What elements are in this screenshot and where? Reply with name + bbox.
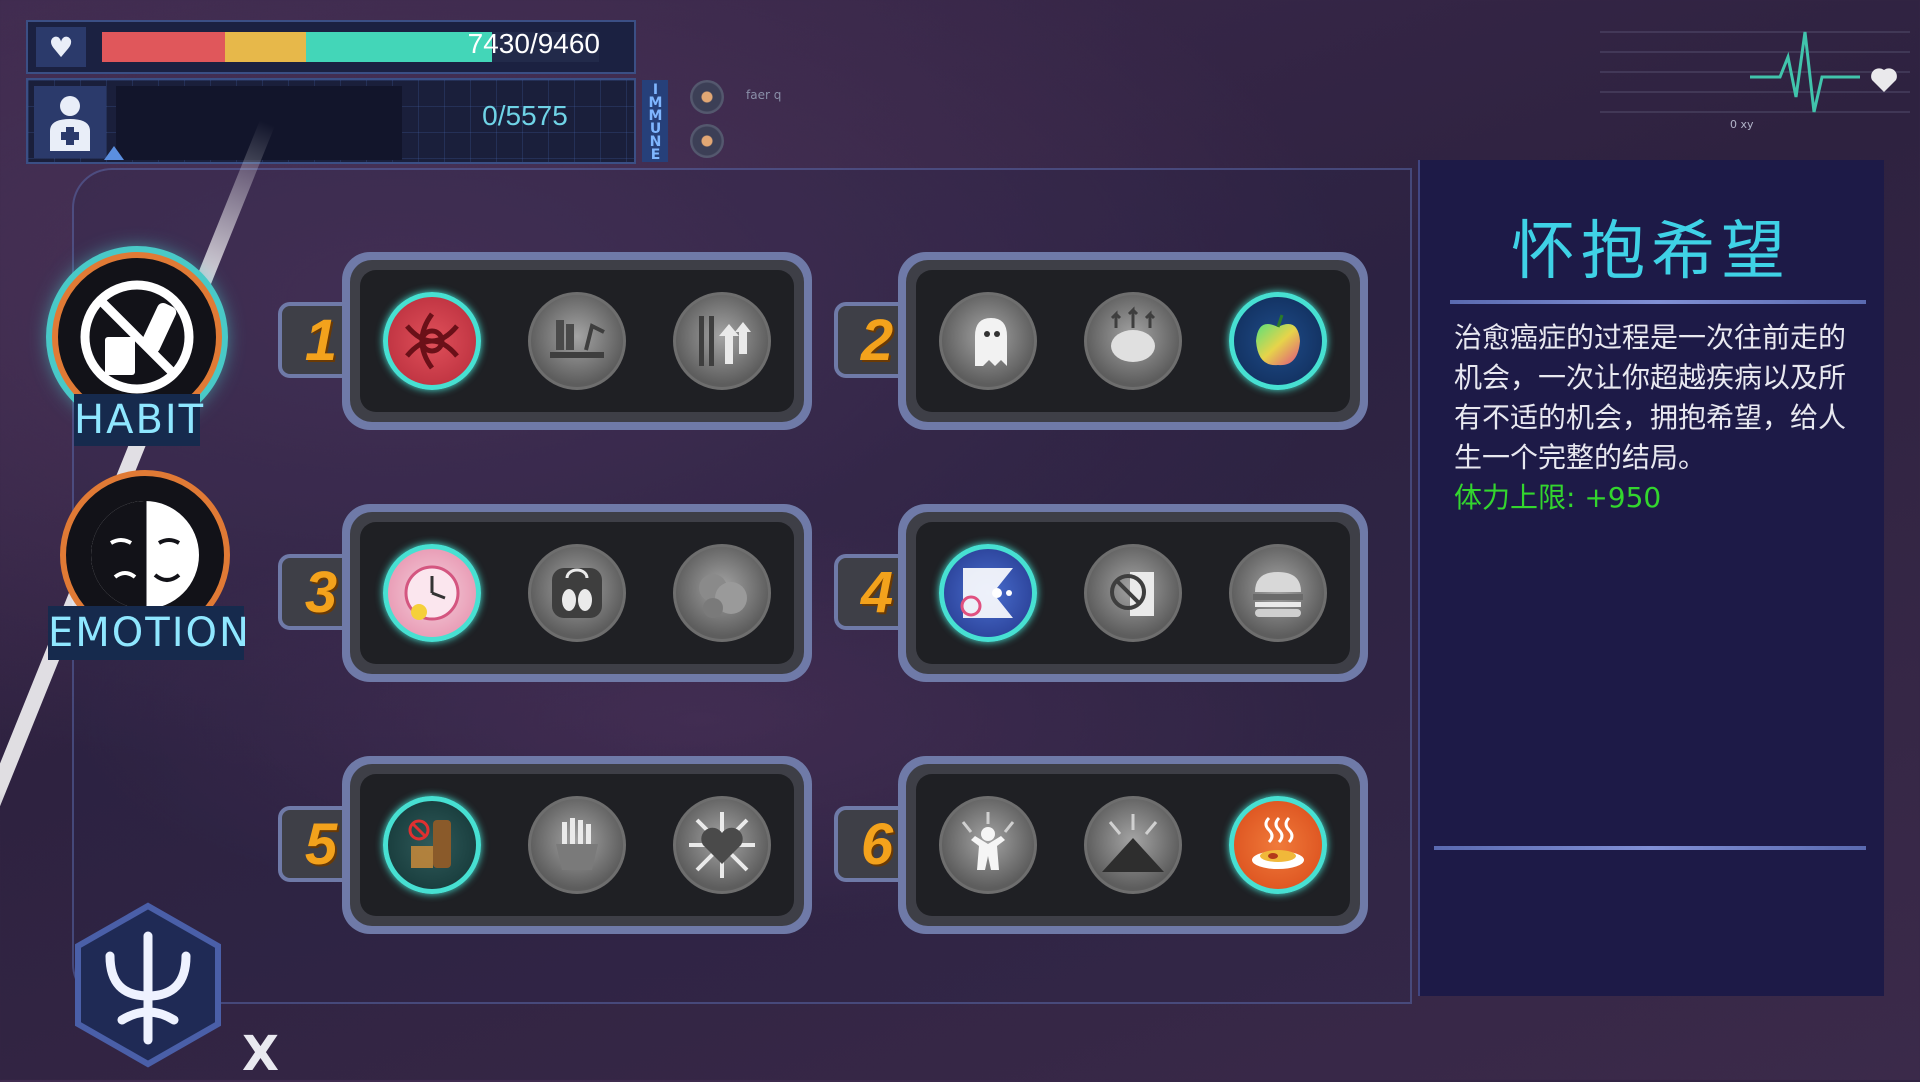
tier-number-text: 5 xyxy=(304,811,338,877)
immune-value: 0/5575 xyxy=(482,100,568,131)
no-alcohol-bottle-icon[interactable] xyxy=(383,796,482,894)
category-habit-label: HABIT xyxy=(74,394,203,446)
immune-label: IMMUNE xyxy=(642,80,668,162)
fries-icon[interactable] xyxy=(527,796,626,894)
stress-tangle-icon[interactable] xyxy=(383,292,482,390)
running-ghost-icon[interactable] xyxy=(939,292,1038,390)
tier-number-text: 1 xyxy=(304,307,338,373)
upward-arrows-icon[interactable] xyxy=(672,292,771,390)
tier-row xyxy=(898,252,1368,430)
divider xyxy=(1434,846,1866,850)
immune-marker-icon xyxy=(104,146,124,160)
tier-number-text: 2 xyxy=(860,307,894,373)
patient-avatar-icon xyxy=(34,86,106,158)
tier-row xyxy=(342,252,812,430)
tier-number-text: 6 xyxy=(860,811,894,877)
sleep-clock-icon[interactable] xyxy=(383,544,482,642)
hot-meal-icon[interactable] xyxy=(1228,796,1327,894)
brain-growth-icon[interactable] xyxy=(1083,292,1182,390)
status-orb-icon xyxy=(690,80,724,114)
burger-icon[interactable] xyxy=(1228,544,1327,642)
divider xyxy=(1450,300,1866,304)
mountain-icon[interactable] xyxy=(1083,796,1182,894)
tier-row xyxy=(898,504,1368,682)
close-button[interactable]: X xyxy=(242,1030,279,1078)
no-drinking-smoking-icon xyxy=(80,280,194,394)
skill-stat-bonus: 体力上限: +950 xyxy=(1454,481,1662,514)
health-value: 7430/9460 xyxy=(467,28,600,59)
immune-label-text: IMMUNE xyxy=(647,82,664,160)
status-text: faer q xyxy=(746,88,782,102)
tier-row xyxy=(898,756,1368,934)
trident-emblem-icon[interactable] xyxy=(70,900,226,1070)
heart-sunburst-icon[interactable] xyxy=(672,796,771,894)
no-smoking-pack-icon[interactable] xyxy=(1083,544,1182,642)
pacman-bubbles-icon[interactable] xyxy=(939,544,1038,642)
tier-row xyxy=(342,504,812,682)
scale-feet-icon[interactable] xyxy=(527,544,626,642)
heartbeat-monitor-icon: 0 xy xyxy=(1600,31,1910,131)
tier-number-text: 3 xyxy=(304,559,338,625)
skill-description: 治愈癌症的过程是一次往前走的机会，一次让你超越疾病以及所有不适的机会，拥抱希望，… xyxy=(1454,321,1847,474)
rainbow-apple-icon[interactable] xyxy=(1228,292,1327,390)
heart-icon: ♥ xyxy=(36,27,86,67)
category-habit[interactable]: HABIT xyxy=(48,252,232,452)
category-emotion-label: EMOTION xyxy=(48,606,249,660)
desk-lamp-reading-icon[interactable] xyxy=(527,292,626,390)
tier-row xyxy=(342,756,812,934)
tier-number-text: 4 xyxy=(860,559,894,625)
ecg-label: 0 xy xyxy=(1730,118,1754,131)
health-bar-fill-red xyxy=(102,32,225,62)
category-emotion[interactable]: EMOTION xyxy=(48,470,249,660)
skill-title: 怀抱希望 xyxy=(1511,215,1791,289)
sad-happy-face-icon xyxy=(91,501,199,609)
status-orb-icon xyxy=(690,124,724,158)
health-bar-fill-yellow xyxy=(224,32,306,62)
tomatoes-icon[interactable] xyxy=(672,544,771,642)
person-glow-icon[interactable] xyxy=(939,796,1038,894)
